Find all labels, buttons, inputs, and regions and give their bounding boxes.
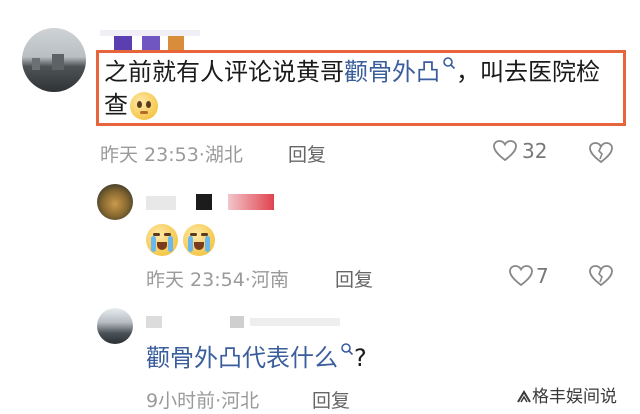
comment-text: 颧骨外凸代表什么?: [146, 342, 367, 374]
dislike-heart-icon[interactable]: [588, 264, 614, 292]
crying-emoji: [146, 224, 178, 256]
crying-emoji: [183, 224, 216, 256]
comment-location: 河南: [250, 269, 289, 291]
reply-button[interactable]: 回复: [335, 265, 373, 292]
heart-icon: [492, 139, 518, 167]
comment-location: 河北: [221, 390, 260, 412]
comment-text-suffix: ，叫去医院检: [456, 58, 600, 86]
avatar[interactable]: [97, 184, 133, 220]
username-censored: [146, 192, 276, 214]
avatar[interactable]: [97, 308, 133, 344]
like-count: 32: [522, 139, 548, 163]
reply-button[interactable]: 回复: [312, 386, 350, 413]
search-icon[interactable]: [340, 332, 354, 364]
search-icon[interactable]: [442, 46, 456, 79]
comment-time: 昨天 23:54: [146, 269, 245, 291]
comment-time: 昨天 23:53: [100, 144, 199, 166]
username-censored: [100, 30, 200, 52]
watermark-icon: [516, 389, 532, 405]
reply-button[interactable]: 回复: [288, 140, 326, 167]
pleading-emoji: [130, 92, 158, 120]
keyword-link[interactable]: 颧骨外凸: [344, 58, 440, 86]
like-button[interactable]: 32: [492, 139, 552, 165]
like-button[interactable]: 7: [508, 264, 558, 290]
comment-text-suffix-2: 查: [104, 91, 128, 119]
watermark: 格丰娱间说: [516, 382, 617, 407]
keyword-link[interactable]: 颧骨外凸代表什么: [146, 344, 338, 372]
username-censored: [146, 312, 346, 332]
comment-text: 之前就有人评论说黄哥颧骨外凸 ，叫去医院检 查: [104, 56, 624, 122]
comment-meta: 9小时前·河北: [146, 390, 260, 412]
avatar[interactable]: [22, 28, 86, 92]
comment-meta: 昨天 23:54·河南: [146, 269, 289, 291]
comment-location: 湖北: [204, 144, 243, 166]
comment-time: 9小时前: [146, 390, 216, 412]
heart-icon: [508, 264, 534, 292]
comment-text-suffix: ?: [354, 344, 367, 372]
comment-text: [146, 224, 216, 256]
watermark-text: 格丰娱间说: [532, 387, 617, 407]
dislike-heart-icon[interactable]: [588, 141, 614, 169]
like-count: 7: [536, 264, 549, 288]
comment-meta: 昨天 23:53·湖北: [100, 144, 243, 166]
comment-text-prefix: 之前就有人评论说黄哥: [104, 58, 344, 86]
